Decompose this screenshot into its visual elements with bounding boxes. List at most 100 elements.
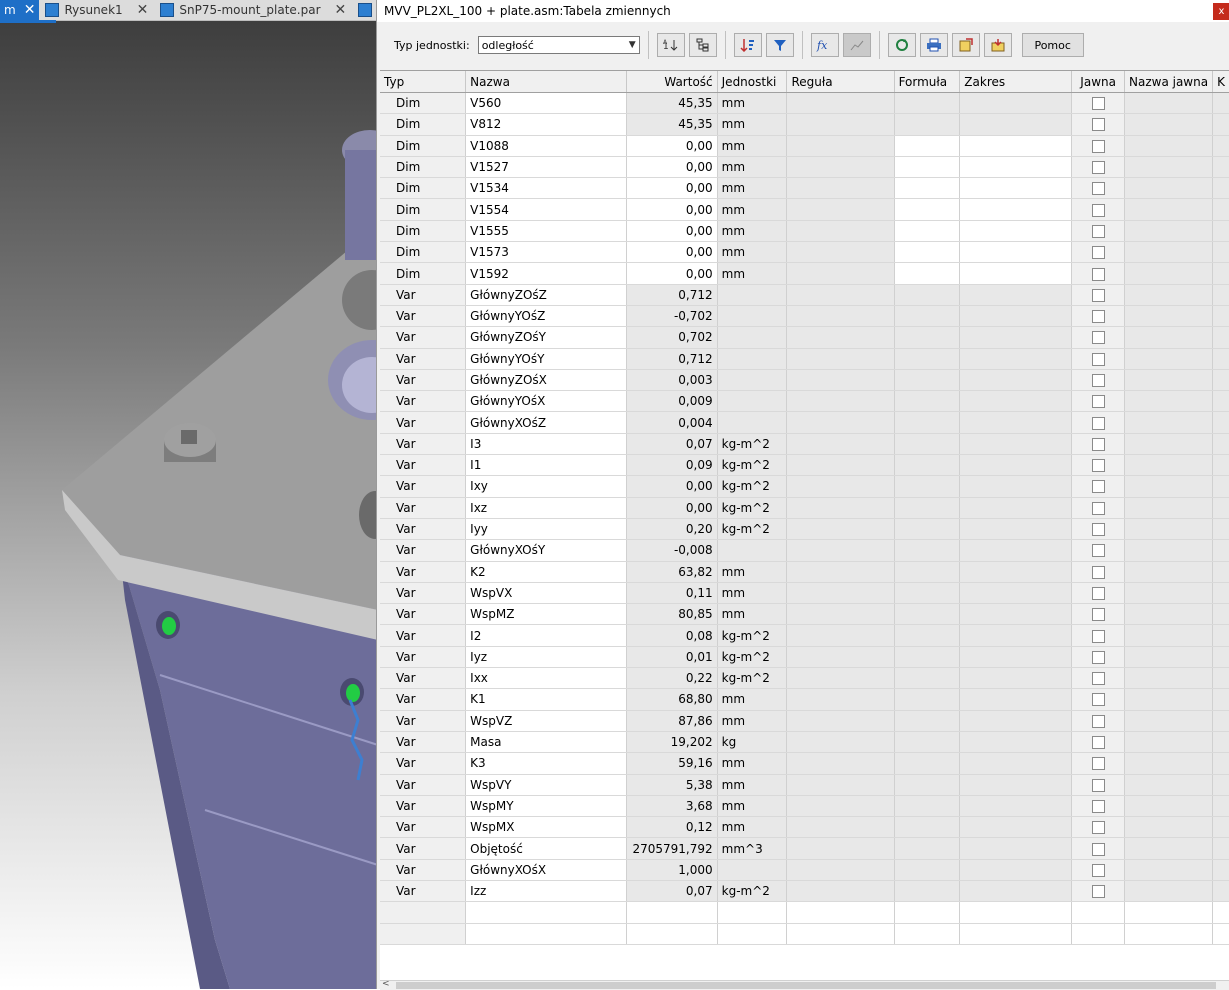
table-row[interactable]: Var K3 59,16 mm: [380, 752, 1229, 775]
cell-k[interactable]: [1212, 731, 1229, 754]
cell-formula[interactable]: [894, 390, 961, 413]
cell-rule[interactable]: [786, 284, 895, 306]
cell-name[interactable]: WspMX: [465, 816, 627, 839]
cell-rule[interactable]: [786, 411, 895, 434]
cell-k[interactable]: [1212, 198, 1229, 221]
cell-range[interactable]: [959, 156, 1073, 179]
cell-value[interactable]: 0,00: [626, 241, 718, 264]
cell-range[interactable]: [959, 177, 1073, 200]
table-row[interactable]: Var GłównyZOśZ 0,712: [380, 284, 1229, 306]
cell-public-name[interactable]: [1124, 454, 1214, 477]
cell-formula[interactable]: [894, 582, 961, 605]
public-checkbox[interactable]: [1091, 97, 1105, 111]
col-header-typ[interactable]: Typ: [380, 71, 467, 93]
cell-formula[interactable]: [894, 774, 961, 796]
cell-name[interactable]: I1: [465, 454, 627, 477]
cell-public[interactable]: [1071, 177, 1125, 200]
cell-k[interactable]: [1212, 837, 1229, 860]
cell-public-name[interactable]: [1124, 92, 1214, 115]
help-button[interactable]: Pomoc: [1021, 33, 1084, 57]
cell-range[interactable]: [959, 113, 1073, 136]
table-row[interactable]: Dim V812 45,35 mm: [380, 113, 1229, 136]
cell-k[interactable]: [1212, 113, 1229, 136]
cell-public[interactable]: [1071, 561, 1125, 583]
cell-formula[interactable]: [894, 646, 961, 669]
cell-formula[interactable]: [894, 539, 961, 562]
cell-public-name[interactable]: [1124, 284, 1214, 306]
empty-cell[interactable]: [786, 923, 895, 945]
table-row[interactable]: Var WspMX 0,12 mm: [380, 816, 1229, 839]
cell-typ[interactable]: Var: [380, 859, 467, 881]
cell-public-name[interactable]: [1124, 305, 1214, 328]
cell-typ[interactable]: Var: [380, 603, 467, 626]
tab-rysunek1[interactable]: Rysunek1 ✕: [39, 0, 154, 20]
cell-k[interactable]: [1212, 454, 1229, 477]
empty-cell[interactable]: [465, 923, 627, 945]
tab-active[interactable]: m ✕: [0, 0, 40, 20]
cell-public-name[interactable]: [1124, 369, 1214, 392]
public-checkbox[interactable]: [1091, 310, 1105, 324]
cell-unit[interactable]: [717, 390, 788, 413]
cell-public[interactable]: [1071, 837, 1125, 860]
col-header-nazwa-jawna[interactable]: Nazwa jawna: [1124, 71, 1214, 93]
cell-range[interactable]: [959, 241, 1073, 264]
sort-button[interactable]: 1A: [656, 33, 685, 57]
cell-unit[interactable]: mm: [717, 603, 788, 626]
empty-cell[interactable]: [786, 901, 895, 924]
cell-name[interactable]: V1527: [465, 156, 627, 179]
cell-formula[interactable]: [894, 411, 961, 434]
col-header-nazwa[interactable]: Nazwa: [465, 71, 627, 93]
cell-name[interactable]: GłównyZOśX: [465, 369, 627, 392]
cell-k[interactable]: [1212, 92, 1229, 115]
cell-formula[interactable]: [894, 177, 961, 200]
cell-value[interactable]: 63,82: [626, 561, 718, 583]
cell-value[interactable]: 1,000: [626, 859, 718, 881]
public-checkbox[interactable]: [1091, 459, 1105, 473]
cell-range[interactable]: [959, 774, 1073, 796]
cell-value[interactable]: 0,12: [626, 816, 718, 839]
cell-public-name[interactable]: [1124, 667, 1214, 690]
cell-typ[interactable]: Var: [380, 454, 467, 477]
cell-unit[interactable]: kg-m^2: [717, 433, 788, 456]
cell-rule[interactable]: [786, 795, 895, 818]
cell-k[interactable]: [1212, 603, 1229, 626]
cell-typ[interactable]: Var: [380, 539, 467, 562]
table-row[interactable]: Var WspVY 5,38 mm: [380, 774, 1229, 796]
cell-public-name[interactable]: [1124, 156, 1214, 179]
cell-range[interactable]: [959, 837, 1073, 860]
col-header-regula[interactable]: Reguła: [786, 71, 895, 93]
empty-cell[interactable]: [717, 923, 788, 945]
cell-k[interactable]: [1212, 497, 1229, 519]
cell-k[interactable]: [1212, 774, 1229, 796]
cell-name[interactable]: V1088: [465, 135, 627, 157]
table-row[interactable]: Var GłównyXOśX 1,000: [380, 859, 1229, 881]
cell-typ[interactable]: Var: [380, 475, 467, 498]
cell-value[interactable]: 45,35: [626, 113, 718, 136]
cell-typ[interactable]: Dim: [380, 177, 467, 200]
cell-name[interactable]: GłównyZOśZ: [465, 284, 627, 306]
cell-value[interactable]: 0,009: [626, 390, 718, 413]
table-row[interactable]: Var GłównyZOśY 0,702: [380, 326, 1229, 349]
table-row[interactable]: Var WspMY 3,68 mm: [380, 795, 1229, 818]
cell-rule[interactable]: [786, 667, 895, 690]
cell-unit[interactable]: mm: [717, 816, 788, 839]
cell-rule[interactable]: [786, 433, 895, 456]
cell-name[interactable]: Ixx: [465, 667, 627, 690]
cell-k[interactable]: [1212, 156, 1229, 179]
empty-cell[interactable]: [1212, 923, 1229, 945]
empty-cell[interactable]: [380, 901, 467, 924]
cell-public-name[interactable]: [1124, 646, 1214, 669]
cell-unit[interactable]: kg-m^2: [717, 880, 788, 903]
cell-name[interactable]: V1534: [465, 177, 627, 200]
cell-public[interactable]: [1071, 454, 1125, 477]
cell-name[interactable]: Masa: [465, 731, 627, 754]
empty-cell[interactable]: [1071, 923, 1125, 945]
cell-k[interactable]: [1212, 369, 1229, 392]
empty-cell[interactable]: [1071, 901, 1125, 924]
cell-range[interactable]: [959, 752, 1073, 775]
cell-value[interactable]: 87,86: [626, 710, 718, 732]
cell-rule[interactable]: [786, 475, 895, 498]
cell-k[interactable]: [1212, 241, 1229, 264]
public-checkbox[interactable]: [1091, 629, 1105, 643]
cell-formula[interactable]: [894, 561, 961, 583]
